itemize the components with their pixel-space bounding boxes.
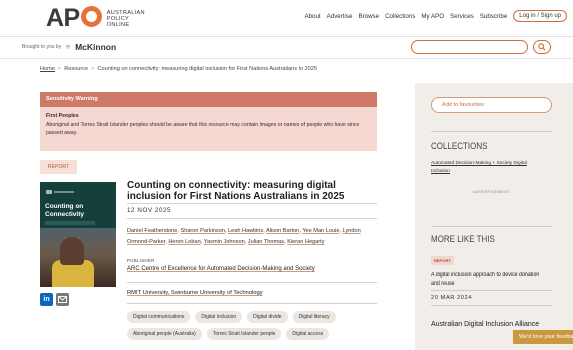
author-link[interactable]: Julian Thomas [248,239,284,245]
login-button[interactable]: Log in / Sign up [513,10,567,22]
breadcrumb: Home > Resource > Counting on connectivity: … [40,66,317,72]
breadcrumb-resource[interactable]: Resource [64,66,88,72]
tag-chip[interactable]: Digital literacy [292,311,336,323]
date-divider [127,218,377,219]
tag-chip[interactable]: Aboriginal people (Australia) [127,328,202,340]
sidebar-divider [431,131,552,132]
breadcrumb-separator: > [57,66,62,72]
author-link[interactable]: Yasmin Johnson [204,239,245,245]
tag-chip[interactable]: Digital communications [127,311,191,323]
tag-chip[interactable]: Digital divide [247,311,288,323]
sponsor-divider [0,58,573,59]
nav-advertise[interactable]: Advertise [327,13,353,20]
sponsor-logo-icon: ≋ [65,44,72,51]
title-divider [127,203,377,204]
cover-logo-icon [46,190,74,194]
author-link[interactable]: Alison Barton [266,228,299,234]
author-link[interactable]: Kieran Hegarty [287,239,324,245]
related-item-title[interactable]: Australian Digital Inclusion Alliance [431,321,539,328]
nav-my-apo[interactable]: My APO [421,13,444,20]
breadcrumb-current: Counting on connectivity: measuring digi… [97,66,317,72]
envelope-icon [58,296,67,303]
sponsor-name[interactable]: McKinnon [75,42,116,52]
author-link[interactable]: Leah Hawkins [228,228,263,234]
sidebar-divider [431,305,552,306]
search-button[interactable] [533,40,551,54]
sponsor-label: Brought to you by [22,44,62,50]
breadcrumb-separator: > [91,66,95,72]
sidebar-divider [431,290,552,291]
resource-title: Counting on connectivity: measuring digi… [127,180,345,202]
apo-logo[interactable]: AP AUSTRALIAN POLICY ONLINE [46,6,145,31]
warning-body: Aboriginal and Torres Strait Islander pe… [46,122,360,136]
related-item-title[interactable]: A digital inclusion approach to device d… [431,271,541,289]
publisher-divider [127,282,377,283]
logo-wordmark: AP [46,6,102,31]
right-sidebar: Add to favourites COLLECTIONS Automated … [415,83,573,350]
authors-list: Daniel Featherstone, Sharon Parkinson, L… [127,228,361,245]
author-link[interactable]: Yee Man Louie [302,228,339,234]
sensitivity-warning: Sensitivity Warning First Peoples Aborig… [40,92,377,151]
email-icon[interactable] [56,293,69,306]
author-link[interactable]: Sharon Parkinson [180,228,224,234]
tag-chip[interactable]: Torres Strait Islander people [206,328,282,340]
related-type-badge: REPORT [431,256,454,265]
search-input[interactable] [411,40,528,54]
resource-date: 12 NOV 2025 [127,207,172,214]
tag-list: Digital communications Digital inclusion… [127,311,382,340]
report-cover-image[interactable]: Counting on Connectivity [40,182,116,287]
publisher-label: PUBLISHER [127,258,155,263]
nav-browse[interactable]: Browse [358,13,379,20]
resource-type-badge: REPORT [40,160,77,174]
collections-heading: COLLECTIONS [431,141,488,152]
tag-chip[interactable]: Digital inclusion [195,311,243,323]
add-to-favourites-button[interactable]: Add to favourites [431,97,552,113]
tags-divider [127,303,377,304]
share-buttons: in [40,293,69,306]
sidebar-divider [431,226,552,227]
site-header: AP AUSTRALIAN POLICY ONLINE About Advert… [0,0,573,36]
top-nav: About Advertise Browse Collections My AP… [304,10,567,22]
publisher-link[interactable]: ARC Centre of Excellence for Automated D… [127,266,315,272]
cover-photo-person [60,237,84,265]
related-item-date: 20 MAR 2024 [431,295,472,301]
sponsor-bar: Brought to you by ≋ McKinnon [22,42,116,52]
cover-title: Counting on Connectivity [45,203,85,218]
nav-subscribe[interactable]: Subscribe [480,13,508,20]
collection-link[interactable]: Automated Decision-Making + Society Digi… [431,160,541,176]
nav-services[interactable]: Services [450,13,474,20]
nav-about[interactable]: About [304,13,320,20]
publisher-link-secondary[interactable]: RMIT University, Swinburne University of… [127,290,263,296]
search-icon [538,43,546,51]
logo-subtitle: AUSTRALIAN POLICY ONLINE [106,9,145,28]
breadcrumb-home[interactable]: Home [40,66,55,72]
author-link[interactable]: Daniel Featherstone [127,228,177,234]
tag-chip[interactable]: Digital access [286,328,330,340]
feedback-tab[interactable]: We'd love your feedback [513,330,573,344]
more-like-this-heading: MORE LIKE THIS [431,234,495,245]
nav-collections[interactable]: Collections [385,13,415,20]
warning-title: First Peoples [46,113,79,119]
author-link[interactable]: Heron Loban [168,239,200,245]
linkedin-icon[interactable]: in [40,293,53,306]
header-divider [0,36,573,37]
advertisement-label: ADVERTISEMENT [472,190,511,194]
collection-link-text: Automated Decision-Making + Society Digi… [431,161,527,174]
warning-heading: Sensitivity Warning [40,92,377,107]
cover-subtitle-bar [45,221,95,225]
